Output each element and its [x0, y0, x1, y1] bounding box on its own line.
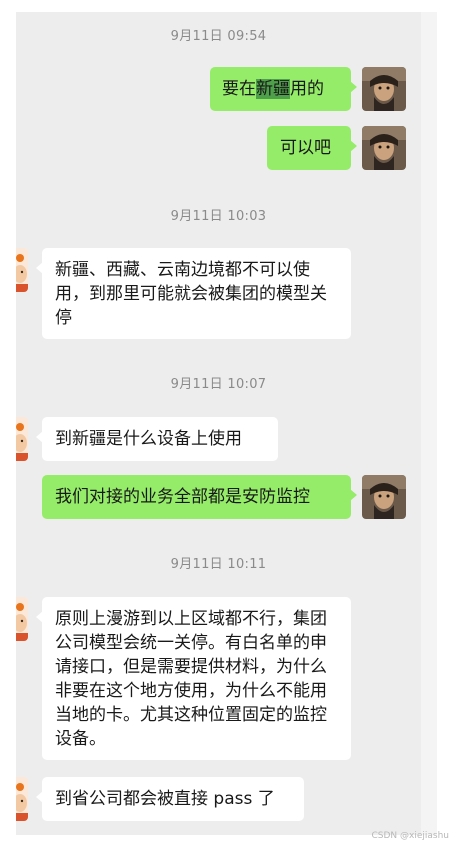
- sent-message-bubble[interactable]: 可以吧: [267, 126, 357, 170]
- cartoon-avatar-icon: [16, 417, 28, 461]
- message-text: 我们对接的业务全部都是安防监控: [55, 487, 310, 507]
- contact-avatar[interactable]: [16, 417, 28, 461]
- my-avatar[interactable]: [362, 126, 406, 170]
- received-message-bubble[interactable]: 原则上漫游到以上区域都不行，集团公司模型会统一关停。有白名单的申请接口，但是需要…: [36, 597, 351, 760]
- highlighted-text: 新疆: [256, 79, 290, 99]
- sent-message-bubble[interactable]: 要在新疆用的: [210, 67, 357, 111]
- portrait-avatar-icon: [362, 67, 406, 111]
- portrait-avatar-icon: [362, 475, 406, 519]
- message-text: 新疆、西藏、云南边境都不可以使用，到那里可能就会被集团的模型关停: [55, 260, 327, 328]
- sent-message-bubble[interactable]: 我们对接的业务全部都是安防监控: [42, 475, 357, 519]
- message-text: 可以吧: [280, 138, 331, 158]
- watermark: CSDN @xiejiashu: [371, 831, 450, 841]
- contact-avatar[interactable]: [16, 777, 28, 821]
- message-text: 原则上漫游到以上区域都不行，集团公司模型会统一关停。有白名单的申请接口，但是需要…: [55, 609, 327, 749]
- cartoon-avatar-icon: [16, 248, 28, 292]
- message-text: 要在: [222, 79, 256, 99]
- received-message-bubble[interactable]: 新疆、西藏、云南边境都不可以使用，到那里可能就会被集团的模型关停: [36, 248, 351, 339]
- portrait-avatar-icon: [362, 126, 406, 170]
- chat-screenshot: 9月11日 09:54 要在新疆用的 可以吧 9月11日 10:03 新疆、西藏…: [0, 0, 453, 849]
- contact-avatar[interactable]: [16, 248, 28, 292]
- my-avatar[interactable]: [362, 475, 406, 519]
- message-text: 到省公司都会被直接 pass 了: [55, 789, 275, 809]
- timestamp: 9月11日 10:07: [170, 377, 267, 392]
- timestamp: 9月11日 10:11: [170, 557, 267, 572]
- contact-avatar[interactable]: [16, 597, 28, 641]
- cartoon-avatar-icon: [16, 597, 28, 641]
- cartoon-avatar-icon: [16, 777, 28, 821]
- my-avatar[interactable]: [362, 67, 406, 111]
- message-text: 用的: [290, 79, 324, 99]
- timestamp: 9月11日 10:03: [170, 209, 267, 224]
- received-message-bubble[interactable]: 到新疆是什么设备上使用: [36, 417, 278, 461]
- scrollbar[interactable]: [421, 12, 437, 835]
- message-text: 到新疆是什么设备上使用: [55, 429, 242, 449]
- received-message-bubble[interactable]: 到省公司都会被直接 pass 了: [36, 777, 304, 821]
- chat-message-list[interactable]: 9月11日 09:54 要在新疆用的 可以吧 9月11日 10:03 新疆、西藏…: [16, 12, 421, 835]
- timestamp: 9月11日 09:54: [170, 29, 267, 44]
